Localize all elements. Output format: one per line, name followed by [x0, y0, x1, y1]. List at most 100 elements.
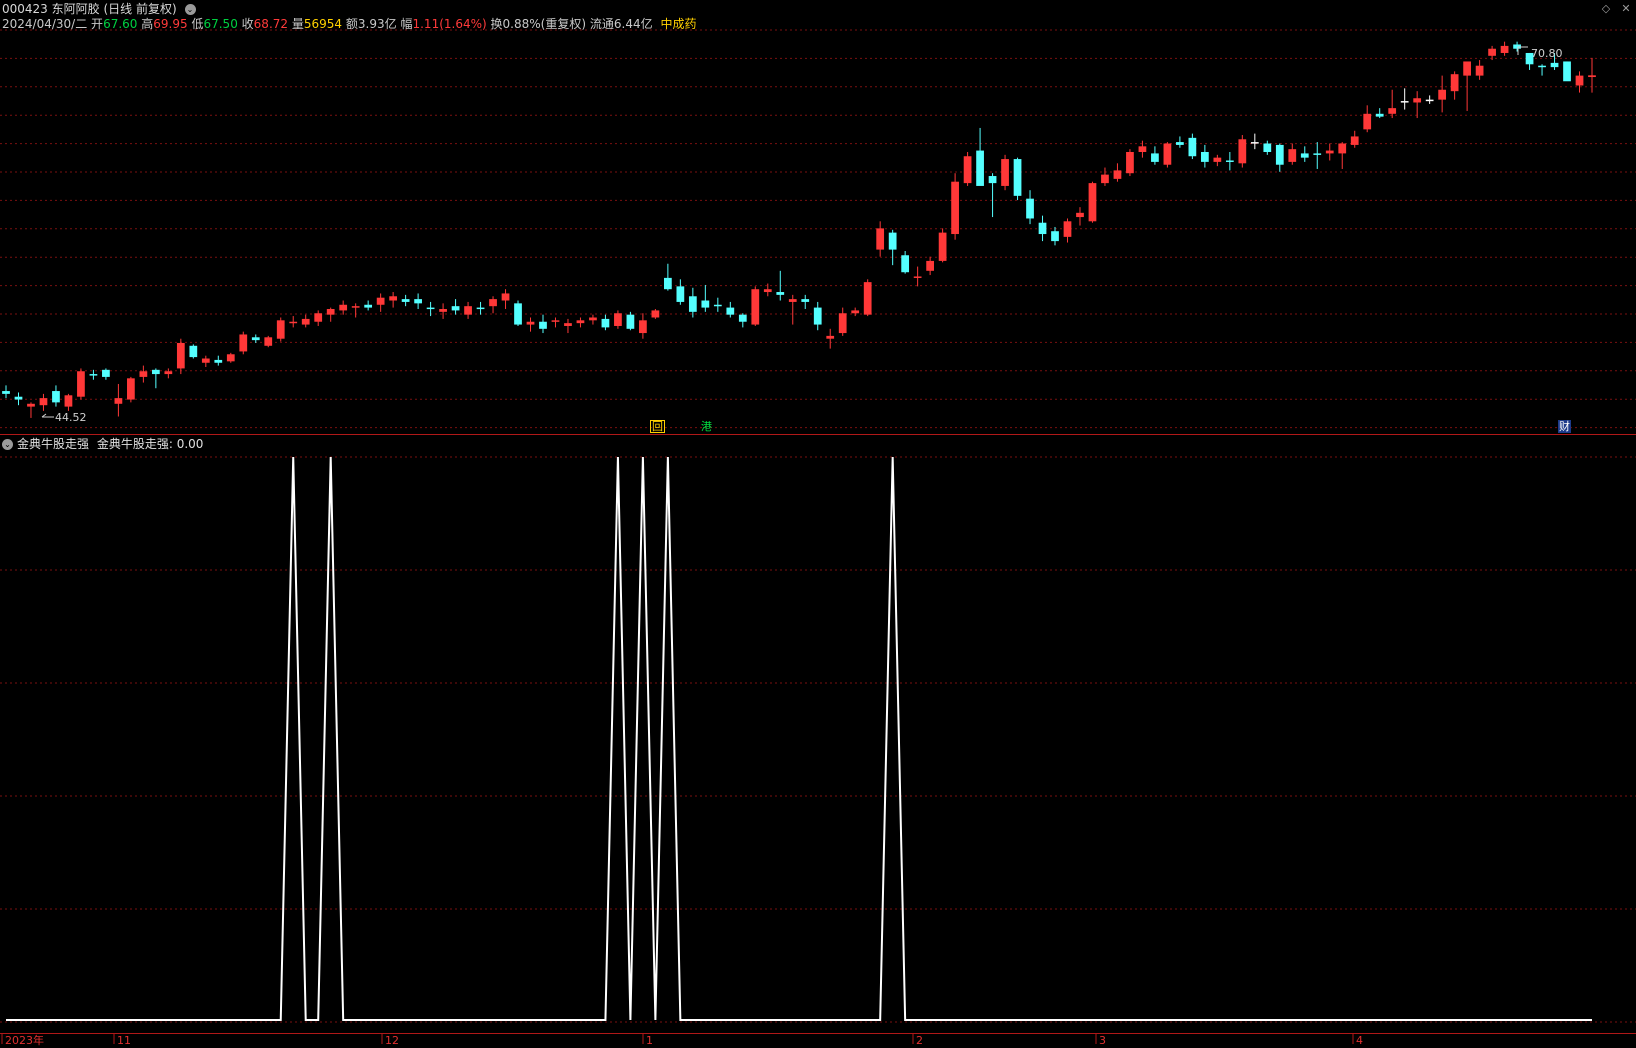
candle-body: [1163, 143, 1172, 165]
candle-body: [1400, 101, 1409, 103]
candle-body: [301, 318, 310, 325]
indicator-line-chart[interactable]: [6, 456, 1592, 1021]
candle-body: [39, 398, 48, 406]
candle-body: [1250, 142, 1259, 144]
high-value: 69.95: [153, 17, 188, 31]
candle-body: [776, 292, 785, 295]
candlestick-chart[interactable]: [2, 41, 1596, 418]
candle-body: [1151, 153, 1159, 162]
x-axis-label: 2023年: [5, 1034, 44, 1047]
min-arrow-icon: [41, 413, 54, 418]
candle-body: [551, 320, 560, 322]
indicator-dropdown-icon[interactable]: ⌄: [2, 439, 13, 450]
candle-body: [888, 232, 897, 250]
candle-body: [114, 398, 123, 404]
dropdown-circle-icon[interactable]: ⌄: [184, 4, 196, 15]
candle-body: [151, 369, 160, 375]
candle-body: [77, 371, 85, 397]
candle-body: [976, 150, 984, 186]
min-price-label: 44.52: [55, 411, 87, 424]
candle-body: [963, 156, 972, 184]
candle-body: [1438, 89, 1447, 100]
event-marker-cai[interactable]: 财: [1558, 420, 1571, 433]
candle-body: [564, 323, 572, 326]
candle-body: [1275, 144, 1284, 165]
candle-body: [626, 314, 635, 329]
candle-body: [801, 299, 810, 302]
candle-body: [938, 232, 947, 261]
indicator-value: 金典牛股走强: 0.00: [96, 437, 204, 451]
candle-body: [276, 320, 285, 339]
candle-body: [788, 299, 797, 302]
candle-body: [1263, 143, 1272, 152]
candle-body: [539, 321, 547, 329]
candle-body: [1126, 151, 1134, 174]
candle-body: [863, 282, 872, 315]
candle-body: [751, 289, 760, 325]
candle-body: [1076, 212, 1084, 218]
max-price-label: 70.80: [1531, 47, 1563, 60]
candle-body: [701, 300, 710, 308]
period-label[interactable]: (日线 前复权): [103, 2, 176, 16]
change-label: 幅: [400, 17, 413, 31]
x-axis-label: 3: [1099, 1034, 1106, 1047]
candle-body: [476, 307, 485, 310]
candle-body: [988, 176, 997, 184]
indicator-gridlines: [0, 456, 1636, 1023]
candle-body: [439, 309, 447, 312]
candle-body: [226, 354, 235, 362]
candle-body: [713, 304, 722, 307]
diamond-icon[interactable]: ◇: [1600, 3, 1612, 15]
open-label: 开: [91, 17, 104, 31]
candle-body: [1500, 45, 1509, 53]
indicator-name[interactable]: 金典牛股走强: [17, 437, 89, 451]
candle-body: [389, 296, 398, 301]
x-axis-label: 11: [117, 1034, 131, 1047]
candle-body: [1363, 113, 1372, 130]
x-axis-label: 4: [1356, 1034, 1363, 1047]
candle-body: [1313, 153, 1322, 155]
x-axis-label: 2: [916, 1034, 923, 1047]
low-value: 67.50: [203, 17, 238, 31]
close-icon[interactable]: ✕: [1620, 3, 1632, 15]
candle-body: [639, 320, 647, 334]
candle-body: [401, 299, 410, 302]
candle-body: [426, 307, 435, 310]
price-annotations: 70.80 44.52: [41, 46, 1563, 424]
candle-body: [1425, 99, 1434, 102]
candle-body: [1338, 143, 1347, 154]
candle-body: [1588, 75, 1596, 78]
candle-body: [414, 299, 422, 304]
candle-body: [164, 371, 173, 375]
candle-body: [501, 293, 510, 301]
candle-body: [1550, 62, 1559, 68]
candle-body: [52, 391, 60, 403]
x-axis-ticks: [1, 1034, 1354, 1044]
candle-body: [688, 296, 697, 312]
volume-label: 量: [291, 17, 304, 31]
candle-body: [1051, 231, 1059, 242]
candle-body: [14, 396, 23, 400]
candle-body: [251, 337, 260, 341]
candle-body: [451, 306, 460, 311]
float-label: 流通: [589, 17, 614, 31]
event-marker-hui[interactable]: 回: [650, 420, 665, 433]
candle-body: [913, 276, 922, 278]
candle-body: [189, 345, 198, 358]
candle-body: [1026, 198, 1034, 219]
sector-label[interactable]: 中成药: [660, 17, 696, 31]
open-value: 67.60: [103, 17, 138, 31]
candle-body: [326, 309, 335, 315]
candle-body: [464, 306, 472, 315]
candle-body: [351, 306, 360, 308]
event-marker-gang[interactable]: 港: [700, 420, 713, 433]
candle-body: [851, 310, 860, 314]
candle-body: [89, 374, 98, 376]
volume-value: 56954: [303, 17, 343, 31]
candle-body: [901, 255, 910, 273]
candle-body: [1538, 65, 1546, 68]
change-value: 1.11(1.64%): [412, 17, 487, 31]
candle-body: [614, 313, 622, 326]
candle-body: [738, 314, 747, 322]
main-chart-gridlines: [0, 29, 1636, 429]
